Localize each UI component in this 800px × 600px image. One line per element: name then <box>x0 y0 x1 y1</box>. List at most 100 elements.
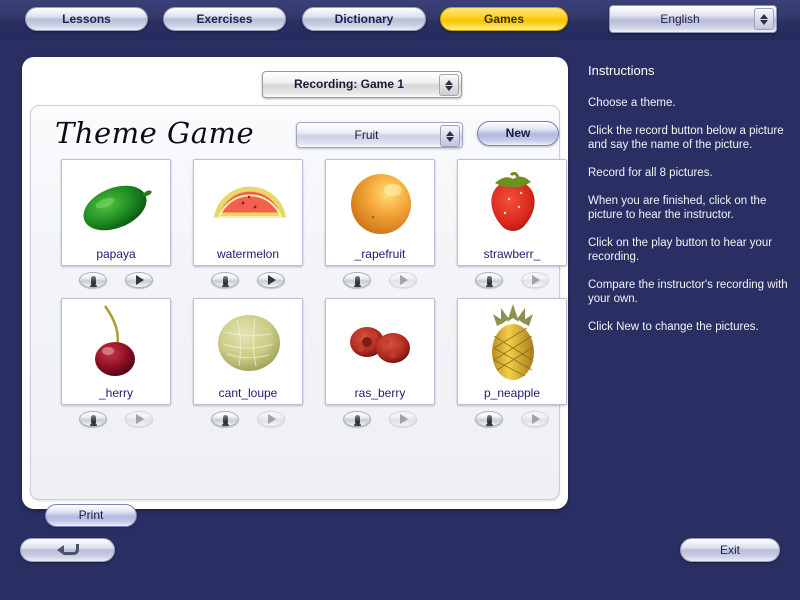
back-button[interactable] <box>20 538 115 562</box>
language-select[interactable]: English <box>609 5 777 33</box>
instruction-line: Click on the play button to hear your re… <box>588 237 773 263</box>
picture-label: watermelon <box>216 247 280 261</box>
tab-lessons[interactable]: Lessons <box>25 7 148 31</box>
back-arrow-icon <box>56 544 79 555</box>
picture-card-strawberry[interactable]: strawberr_ <box>457 159 567 266</box>
exit-button[interactable]: Exit <box>680 538 780 562</box>
record-button[interactable] <box>79 411 107 427</box>
picture-label: _herry <box>98 386 133 400</box>
picture-controls <box>61 411 171 427</box>
record-button[interactable] <box>211 272 239 288</box>
watermelon-image <box>197 163 301 243</box>
picture-cell: _herry <box>61 298 171 427</box>
picture-cell: cant_loupe <box>193 298 303 427</box>
picture-controls <box>457 411 567 427</box>
picture-controls <box>61 272 171 288</box>
play-icon <box>136 414 144 424</box>
record-button[interactable] <box>475 411 503 427</box>
microphone-icon <box>353 414 361 426</box>
theme-select[interactable]: Fruit <box>296 122 463 148</box>
recording-stepper[interactable] <box>439 74 459 96</box>
picture-grid: papaya watermelon _rapefruit strawberr_ <box>61 159 567 437</box>
chevron-down-icon <box>760 19 768 25</box>
play-icon <box>532 414 540 424</box>
picture-card-grapefruit[interactable]: _rapefruit <box>325 159 435 266</box>
instructions-body: Choose a theme. Click the record button b… <box>588 96 788 334</box>
record-button[interactable] <box>343 272 371 288</box>
picture-cell: _rapefruit <box>325 159 435 288</box>
picture-cell: ras_berry <box>325 298 435 427</box>
microphone-icon <box>89 275 97 287</box>
microphone-icon <box>485 414 493 426</box>
microphone-icon <box>221 275 229 287</box>
picture-card-watermelon[interactable]: watermelon <box>193 159 303 266</box>
chevron-down-icon <box>445 85 453 91</box>
picture-label: cant_loupe <box>218 386 278 400</box>
raspberry-image <box>329 302 433 382</box>
play-button <box>521 272 549 288</box>
pineapple-image <box>461 302 565 382</box>
picture-card-pineapple[interactable]: p_neapple <box>457 298 567 405</box>
instruction-line: Click New to change the pictures. <box>588 321 759 333</box>
microphone-icon <box>89 414 97 426</box>
top-navigation-bar: Lessons Exercises Dictionary Games Engli… <box>0 0 800 40</box>
play-button <box>389 411 417 427</box>
page-title: Theme Game <box>55 116 255 150</box>
chevron-up-icon <box>445 79 453 85</box>
picture-controls <box>193 411 303 427</box>
microphone-icon <box>221 414 229 426</box>
play-button <box>257 411 285 427</box>
play-icon <box>268 275 276 285</box>
new-button[interactable]: New <box>477 121 559 146</box>
theme-stepper[interactable] <box>440 125 460 147</box>
picture-row: papaya watermelon _rapefruit strawberr_ <box>61 159 567 288</box>
tab-exercises[interactable]: Exercises <box>163 7 286 31</box>
chevron-up-icon <box>760 13 768 19</box>
theme-select-value: Fruit <box>354 128 379 142</box>
chevron-down-icon <box>446 136 454 142</box>
picture-cell: strawberr_ <box>457 159 567 288</box>
instruction-line: When you are finished, click on the pict… <box>588 195 767 221</box>
play-button[interactable] <box>257 272 285 288</box>
picture-card-papaya[interactable]: papaya <box>61 159 171 266</box>
cherry-image <box>65 302 169 382</box>
picture-cell: p_neapple <box>457 298 567 427</box>
picture-label: _rapefruit <box>354 247 406 261</box>
play-button <box>389 272 417 288</box>
strawberry-image <box>461 163 565 243</box>
language-stepper[interactable] <box>754 8 774 30</box>
play-icon <box>532 275 540 285</box>
instructions-panel: Instructions Choose a theme. Click the re… <box>588 63 788 348</box>
play-icon <box>400 414 408 424</box>
play-icon <box>400 275 408 285</box>
picture-card-cherry[interactable]: _herry <box>61 298 171 405</box>
language-select-value: English <box>660 12 700 26</box>
instruction-line: Choose a theme. <box>588 97 676 109</box>
chevron-up-icon <box>446 130 454 136</box>
record-button[interactable] <box>343 411 371 427</box>
play-button[interactable] <box>125 272 153 288</box>
picture-card-cantaloupe[interactable]: cant_loupe <box>193 298 303 405</box>
papaya-image <box>65 163 169 243</box>
picture-controls <box>457 272 567 288</box>
picture-controls <box>325 272 435 288</box>
picture-controls <box>325 411 435 427</box>
record-button[interactable] <box>475 272 503 288</box>
recording-select-value: Recording: Game 1 <box>293 77 405 91</box>
picture-cell: papaya <box>61 159 171 288</box>
record-button[interactable] <box>211 411 239 427</box>
recording-select[interactable]: Recording: Game 1 <box>262 71 462 98</box>
print-button[interactable]: Print <box>45 504 137 527</box>
tab-dictionary[interactable]: Dictionary <box>302 7 426 31</box>
instruction-line: Compare the instructor's recording with … <box>588 279 788 305</box>
picture-row: _herry cant_loupe ras_berry p_neapple <box>61 298 567 427</box>
microphone-icon <box>353 275 361 287</box>
picture-label: papaya <box>96 247 136 261</box>
record-button[interactable] <box>79 272 107 288</box>
picture-card-raspberry[interactable]: ras_berry <box>325 298 435 405</box>
picture-controls <box>193 272 303 288</box>
picture-label: strawberr_ <box>483 247 541 261</box>
grapefruit-image <box>329 163 433 243</box>
microphone-icon <box>485 275 493 287</box>
tab-games[interactable]: Games <box>440 7 568 31</box>
